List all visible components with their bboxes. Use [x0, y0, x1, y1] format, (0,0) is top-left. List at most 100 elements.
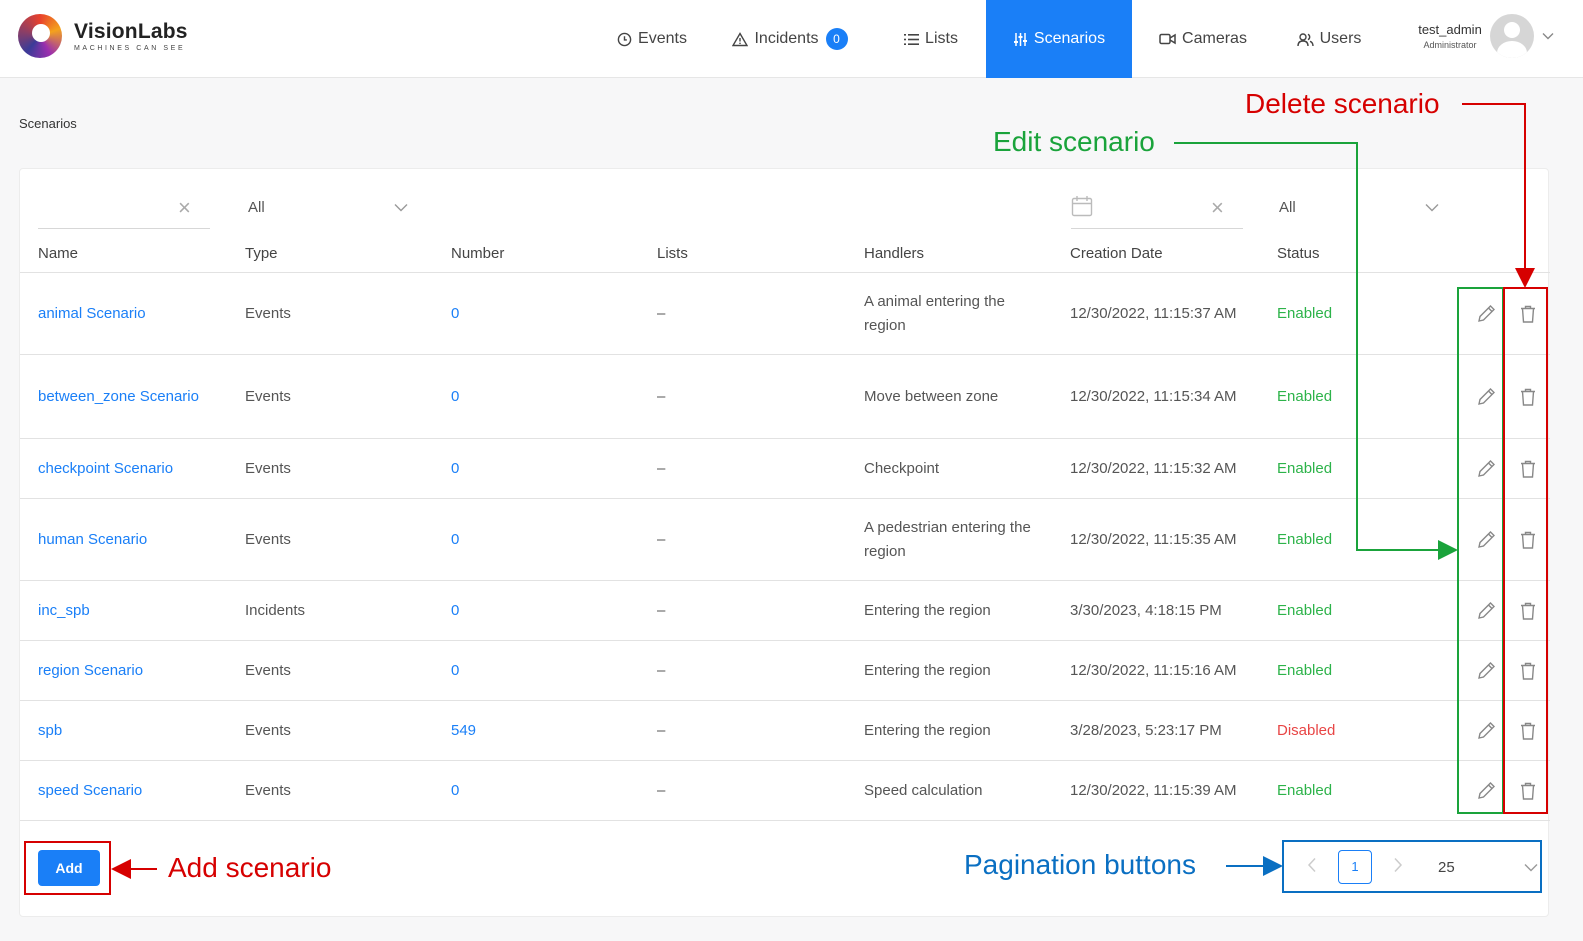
nav-events[interactable]: Events: [600, 0, 704, 78]
scenario-type: Incidents: [245, 602, 306, 619]
avatar[interactable]: [1490, 14, 1534, 58]
chevron-down-icon[interactable]: [1542, 29, 1554, 43]
scenario-lists: –: [657, 388, 666, 405]
column-header-type[interactable]: Type: [245, 245, 278, 262]
nav-cameras[interactable]: Cameras: [1132, 0, 1274, 78]
scenario-name-link[interactable]: speed Scenario: [38, 779, 142, 803]
status-filter-select[interactable]: All: [1279, 189, 1449, 229]
scenario-status: Enabled: [1277, 531, 1333, 548]
scenario-status: Enabled: [1277, 782, 1333, 799]
scenario-status: Enabled: [1277, 662, 1333, 679]
table-row: checkpoint Scenario Events 0 – Checkpoint 12/…: [20, 439, 1550, 499]
scenario-lists: –: [657, 722, 666, 739]
table-row: region Scenario Events 0 – Entering the regi…: [20, 641, 1550, 701]
type-filter-select[interactable]: All: [248, 189, 410, 229]
scenario-creation-date: 12/30/2022, 11:15:32 AM: [1070, 460, 1237, 477]
nav-incidents[interactable]: Incidents 0: [704, 0, 876, 78]
brand-logo[interactable]: VisionLabs MACHINES CAN SEE: [18, 14, 188, 58]
scenario-lists: –: [657, 602, 666, 619]
clear-date-filter-icon[interactable]: ×: [1211, 195, 1224, 221]
warning-icon: [732, 31, 749, 47]
scenario-status: Enabled: [1277, 602, 1333, 619]
nav-lists-label: Lists: [925, 30, 958, 47]
column-header-handlers[interactable]: Handlers: [864, 245, 924, 262]
table-row: between_zone Scenario Events 0 – Move betwee…: [20, 355, 1550, 439]
scenario-creation-date: 12/30/2022, 11:15:35 AM: [1070, 531, 1237, 548]
scenario-type: Events: [245, 460, 291, 477]
scenario-creation-date: 12/30/2022, 11:15:37 AM: [1070, 305, 1237, 322]
scenario-creation-date: 3/28/2023, 5:23:17 PM: [1070, 722, 1222, 739]
scenario-status: Enabled: [1277, 388, 1333, 405]
scenario-number-link[interactable]: 0: [451, 302, 459, 326]
table-row: animal Scenario Events 0 – A animal entering…: [20, 273, 1550, 355]
nav-users-label: Users: [1319, 30, 1362, 47]
scenario-name-link[interactable]: animal Scenario: [38, 302, 146, 326]
scenario-status: Enabled: [1277, 460, 1333, 477]
scenario-lists: –: [657, 662, 666, 679]
chevron-down-icon: [1425, 199, 1439, 216]
scenario-number-link[interactable]: 549: [451, 719, 476, 743]
scenario-name-link[interactable]: spb: [38, 719, 62, 743]
logo-ring-icon: [18, 14, 62, 58]
scenario-lists: –: [657, 305, 666, 322]
nav-incidents-label: Incidents: [754, 30, 819, 47]
scenario-name-link[interactable]: between_zone Scenario: [38, 385, 199, 409]
nav-users[interactable]: Users: [1274, 0, 1384, 78]
table-row: speed Scenario Events 0 – Speed calculation 1…: [20, 761, 1550, 821]
scenario-name-link[interactable]: inc_spb: [38, 599, 90, 623]
brand-tagline: MACHINES CAN SEE: [74, 45, 186, 52]
scenario-type: Events: [245, 662, 291, 679]
scenario-type: Events: [245, 722, 291, 739]
scenario-creation-date: 12/30/2022, 11:15:16 AM: [1070, 662, 1237, 679]
scenario-handlers: Entering the region: [864, 662, 991, 679]
table-header: Name Type Number Lists Handlers Creation…: [20, 233, 1550, 273]
chevron-down-icon: [394, 199, 408, 216]
incidents-count-badge: 0: [825, 28, 848, 50]
scenario-creation-date: 12/30/2022, 11:15:34 AM: [1070, 388, 1237, 405]
name-filter-input[interactable]: ×: [38, 189, 210, 229]
date-filter-input[interactable]: ×: [1071, 189, 1243, 229]
scenario-type: Events: [245, 782, 291, 799]
annotation-pagination-box: [1282, 840, 1542, 893]
nav-scenarios[interactable]: Scenarios: [986, 0, 1132, 78]
column-header-status[interactable]: Status: [1277, 245, 1320, 262]
nav-lists[interactable]: Lists: [876, 0, 986, 78]
column-header-number[interactable]: Number: [451, 245, 504, 262]
column-header-creation-date[interactable]: Creation Date: [1070, 245, 1163, 262]
annotation-add-box: [24, 841, 111, 895]
scenario-lists: –: [657, 782, 666, 799]
user-menu[interactable]: test_admin Administrator: [1414, 14, 1554, 58]
scenario-number-link[interactable]: 0: [451, 528, 459, 552]
scenario-number-link[interactable]: 0: [451, 659, 459, 683]
scenario-handlers: Checkpoint: [864, 460, 940, 477]
scenario-lists: –: [657, 531, 666, 548]
scenario-handlers: Entering the region: [864, 722, 991, 739]
scenario-name-link[interactable]: region Scenario: [38, 659, 143, 683]
user-name: test_admin: [1418, 22, 1482, 37]
brand-name: VisionLabs: [74, 20, 188, 43]
scenario-status: Disabled: [1277, 722, 1336, 739]
video-camera-icon: [1159, 33, 1176, 45]
table-row: human Scenario Events 0 – A pedestrian enter…: [20, 499, 1550, 581]
scenario-type: Events: [245, 388, 291, 405]
scenario-number-link[interactable]: 0: [451, 599, 459, 623]
scenario-handlers: A animal entering the region: [864, 293, 1005, 334]
nav-events-label: Events: [638, 30, 687, 47]
scenario-number-link[interactable]: 0: [451, 457, 459, 481]
scenario-creation-date: 12/30/2022, 11:15:39 AM: [1070, 782, 1237, 799]
column-header-lists[interactable]: Lists: [657, 245, 688, 262]
annotation-edit-box: [1457, 287, 1504, 814]
column-header-name[interactable]: Name: [38, 245, 78, 262]
scenario-lists: –: [657, 460, 666, 477]
scenario-name-link[interactable]: checkpoint Scenario: [38, 457, 173, 481]
scenarios-table-card: × All × All Name Type Number Lists Handl…: [19, 168, 1550, 917]
clock-icon: [617, 32, 632, 47]
clear-name-filter-icon[interactable]: ×: [178, 195, 191, 221]
scenario-number-link[interactable]: 0: [451, 779, 459, 803]
scenario-number-link[interactable]: 0: [451, 385, 459, 409]
calendar-icon[interactable]: [1071, 195, 1093, 221]
table-row: spb Events 549 – Entering the region 3/28/202…: [20, 701, 1550, 761]
scenario-type: Events: [245, 531, 291, 548]
scenario-name-link[interactable]: human Scenario: [38, 528, 147, 552]
scenario-handlers: Entering the region: [864, 602, 991, 619]
